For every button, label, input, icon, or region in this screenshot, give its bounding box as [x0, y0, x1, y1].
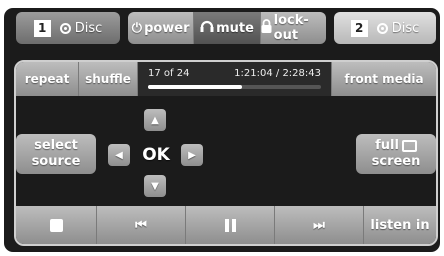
select-source-button[interactable]: select source: [16, 134, 96, 174]
up-arrow-icon: ▲: [151, 114, 159, 126]
progress-display: 17 of 24 1:21:04 / 2:28:43: [138, 62, 332, 96]
full-screen-line2: screen: [371, 154, 421, 169]
next-button[interactable]: ⏭: [275, 206, 364, 244]
down-arrow-button[interactable]: ▼: [144, 175, 166, 197]
disc-label: Disc: [74, 20, 103, 36]
pause-button[interactable]: [186, 206, 275, 244]
track-counter: 17 of 24: [148, 68, 190, 79]
audio-controls-group: ⏻ power mute lock-out: [128, 12, 326, 44]
elapsed-time: 1:21:04 / 2:28:43: [234, 68, 321, 79]
disc-icon: [59, 22, 71, 34]
select-source-line1: select: [34, 138, 78, 153]
stop-icon: [49, 218, 63, 232]
shuffle-label: shuffle: [85, 72, 131, 86]
screen-icon: [401, 139, 417, 152]
repeat-button[interactable]: repeat: [16, 62, 79, 96]
up-arrow-button[interactable]: ▲: [144, 109, 166, 131]
mute-button[interactable]: mute: [194, 12, 261, 44]
power-icon: ⏻: [131, 20, 143, 36]
pause-icon: [224, 218, 236, 232]
front-media-label: front media: [344, 72, 424, 86]
power-label: power: [144, 20, 190, 36]
power-button[interactable]: ⏻ power: [128, 12, 195, 44]
right-arrow-button[interactable]: ▶: [181, 144, 203, 166]
playback-controls: ⏮ ⏭ listen in: [16, 206, 436, 244]
left-arrow-icon: ◀: [115, 149, 123, 161]
full-screen-button[interactable]: full screen: [356, 134, 436, 174]
disc-number-badge: 2: [350, 19, 368, 37]
lockout-button[interactable]: lock-out: [261, 12, 326, 44]
full-screen-line1: full: [375, 138, 399, 153]
disc-2-button[interactable]: 2 Disc: [334, 12, 436, 44]
transport-strip: repeat shuffle 17 of 24 1:21:04 / 2:28:4…: [16, 62, 436, 96]
listen-in-button[interactable]: listen in: [364, 206, 436, 244]
mute-label: mute: [216, 20, 254, 36]
front-media-button[interactable]: front media: [332, 62, 436, 96]
repeat-label: repeat: [24, 72, 70, 86]
shuffle-button[interactable]: shuffle: [79, 62, 138, 96]
previous-button[interactable]: ⏮: [97, 206, 186, 244]
progress-fill: [148, 85, 243, 89]
down-arrow-icon: ▼: [151, 180, 159, 192]
lockout-label: lock-out: [273, 13, 309, 43]
padlock-icon: [261, 19, 272, 37]
right-arrow-icon: ▶: [188, 149, 196, 161]
headphones-icon: [200, 20, 214, 36]
disc-1-button[interactable]: 1 Disc: [16, 12, 120, 44]
progress-bar[interactable]: [148, 85, 321, 89]
listen-in-label: listen in: [370, 217, 430, 233]
ok-label: OK: [142, 145, 170, 165]
select-source-line2: source: [31, 154, 81, 169]
disc-number-badge: 1: [33, 19, 51, 37]
left-arrow-button[interactable]: ◀: [108, 144, 130, 166]
stop-button[interactable]: [16, 206, 97, 244]
ok-button[interactable]: OK: [138, 142, 174, 168]
previous-icon: ⏮: [135, 217, 147, 233]
disc-label: Disc: [391, 20, 420, 36]
disc-icon: [376, 22, 388, 34]
next-icon: ⏭: [313, 217, 325, 233]
